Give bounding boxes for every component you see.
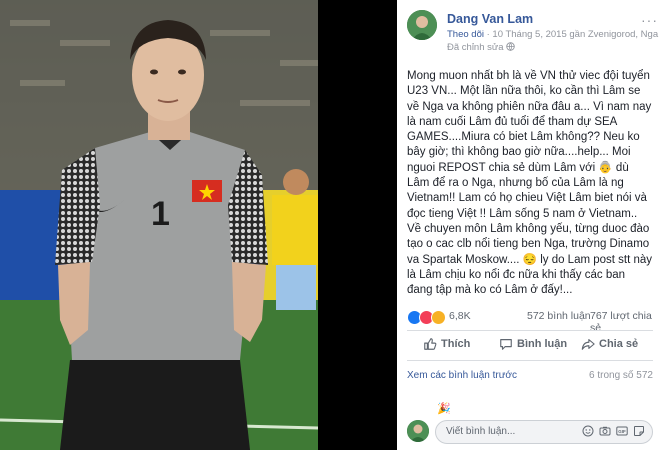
author-avatar[interactable]: [407, 10, 437, 40]
divider: [407, 360, 653, 361]
edited-text[interactable]: Đã chỉnh sửa: [447, 42, 504, 53]
gif-icon[interactable]: GIF: [616, 425, 628, 437]
divider: [407, 330, 653, 331]
more-options-icon[interactable]: ···: [641, 12, 658, 28]
svg-text:GIF: GIF: [618, 429, 626, 434]
reactions-bar: 6,8K 572 bình luận 767 lượt chia sẻ: [407, 310, 653, 334]
emoji-icon[interactable]: [582, 425, 594, 437]
comments-progress: 6 trong số 572: [589, 370, 653, 381]
share-label: Chia sẻ: [599, 337, 639, 350]
comment-icon: [500, 339, 512, 350]
globe-icon: [506, 42, 515, 51]
avatar-image: [407, 10, 437, 40]
author-name[interactable]: Dang Van Lam: [447, 12, 533, 26]
haha-reaction-icon: [431, 310, 446, 325]
post-text: Mong muon nhất bh là về VN thử viec đội …: [407, 70, 653, 297]
svg-text:1: 1: [151, 195, 170, 233]
reaction-icons[interactable]: [407, 310, 446, 325]
comment-input[interactable]: Viết bình luận... GIF: [435, 420, 653, 444]
share-icon: [581, 339, 595, 350]
sticker-icon[interactable]: [633, 425, 645, 437]
post-photo[interactable]: 1: [0, 0, 397, 450]
share-button[interactable]: Chia sẻ: [581, 337, 638, 351]
thumbs-up-icon: [424, 338, 437, 350]
post-date-location[interactable]: · 10 Tháng 5, 2015 gần Zvenigorod, Nga: [487, 29, 658, 40]
edited-label: Đã chỉnh sửa: [447, 42, 515, 53]
partial-comment-emoji: 🎉: [437, 403, 451, 415]
comment-button[interactable]: Bình luận: [499, 337, 567, 351]
commenter-avatar: [407, 420, 429, 442]
reaction-count[interactable]: 6,8K: [449, 310, 471, 322]
comment-placeholder: Viết bình luận...: [446, 426, 516, 437]
action-bar: Thích Bình luận Chia sẻ: [407, 333, 653, 357]
comment-count[interactable]: 572 bình luận: [527, 310, 591, 322]
post-panel: Dang Van Lam Theo dõi · 10 Tháng 5, 2015…: [397, 0, 660, 450]
like-button[interactable]: Thích: [423, 337, 470, 351]
follow-link[interactable]: Theo dõi: [447, 29, 484, 40]
post-meta: Theo dõi · 10 Tháng 5, 2015 gần Zvenigor…: [447, 29, 658, 40]
view-previous-comments-link[interactable]: Xem các bình luận trước: [407, 370, 517, 381]
player-photo-illustration: 1: [0, 0, 397, 450]
commenter-avatar-image: [407, 420, 429, 442]
comment-label: Bình luận: [517, 337, 568, 350]
camera-icon[interactable]: [599, 425, 611, 437]
like-label: Thích: [441, 337, 471, 350]
